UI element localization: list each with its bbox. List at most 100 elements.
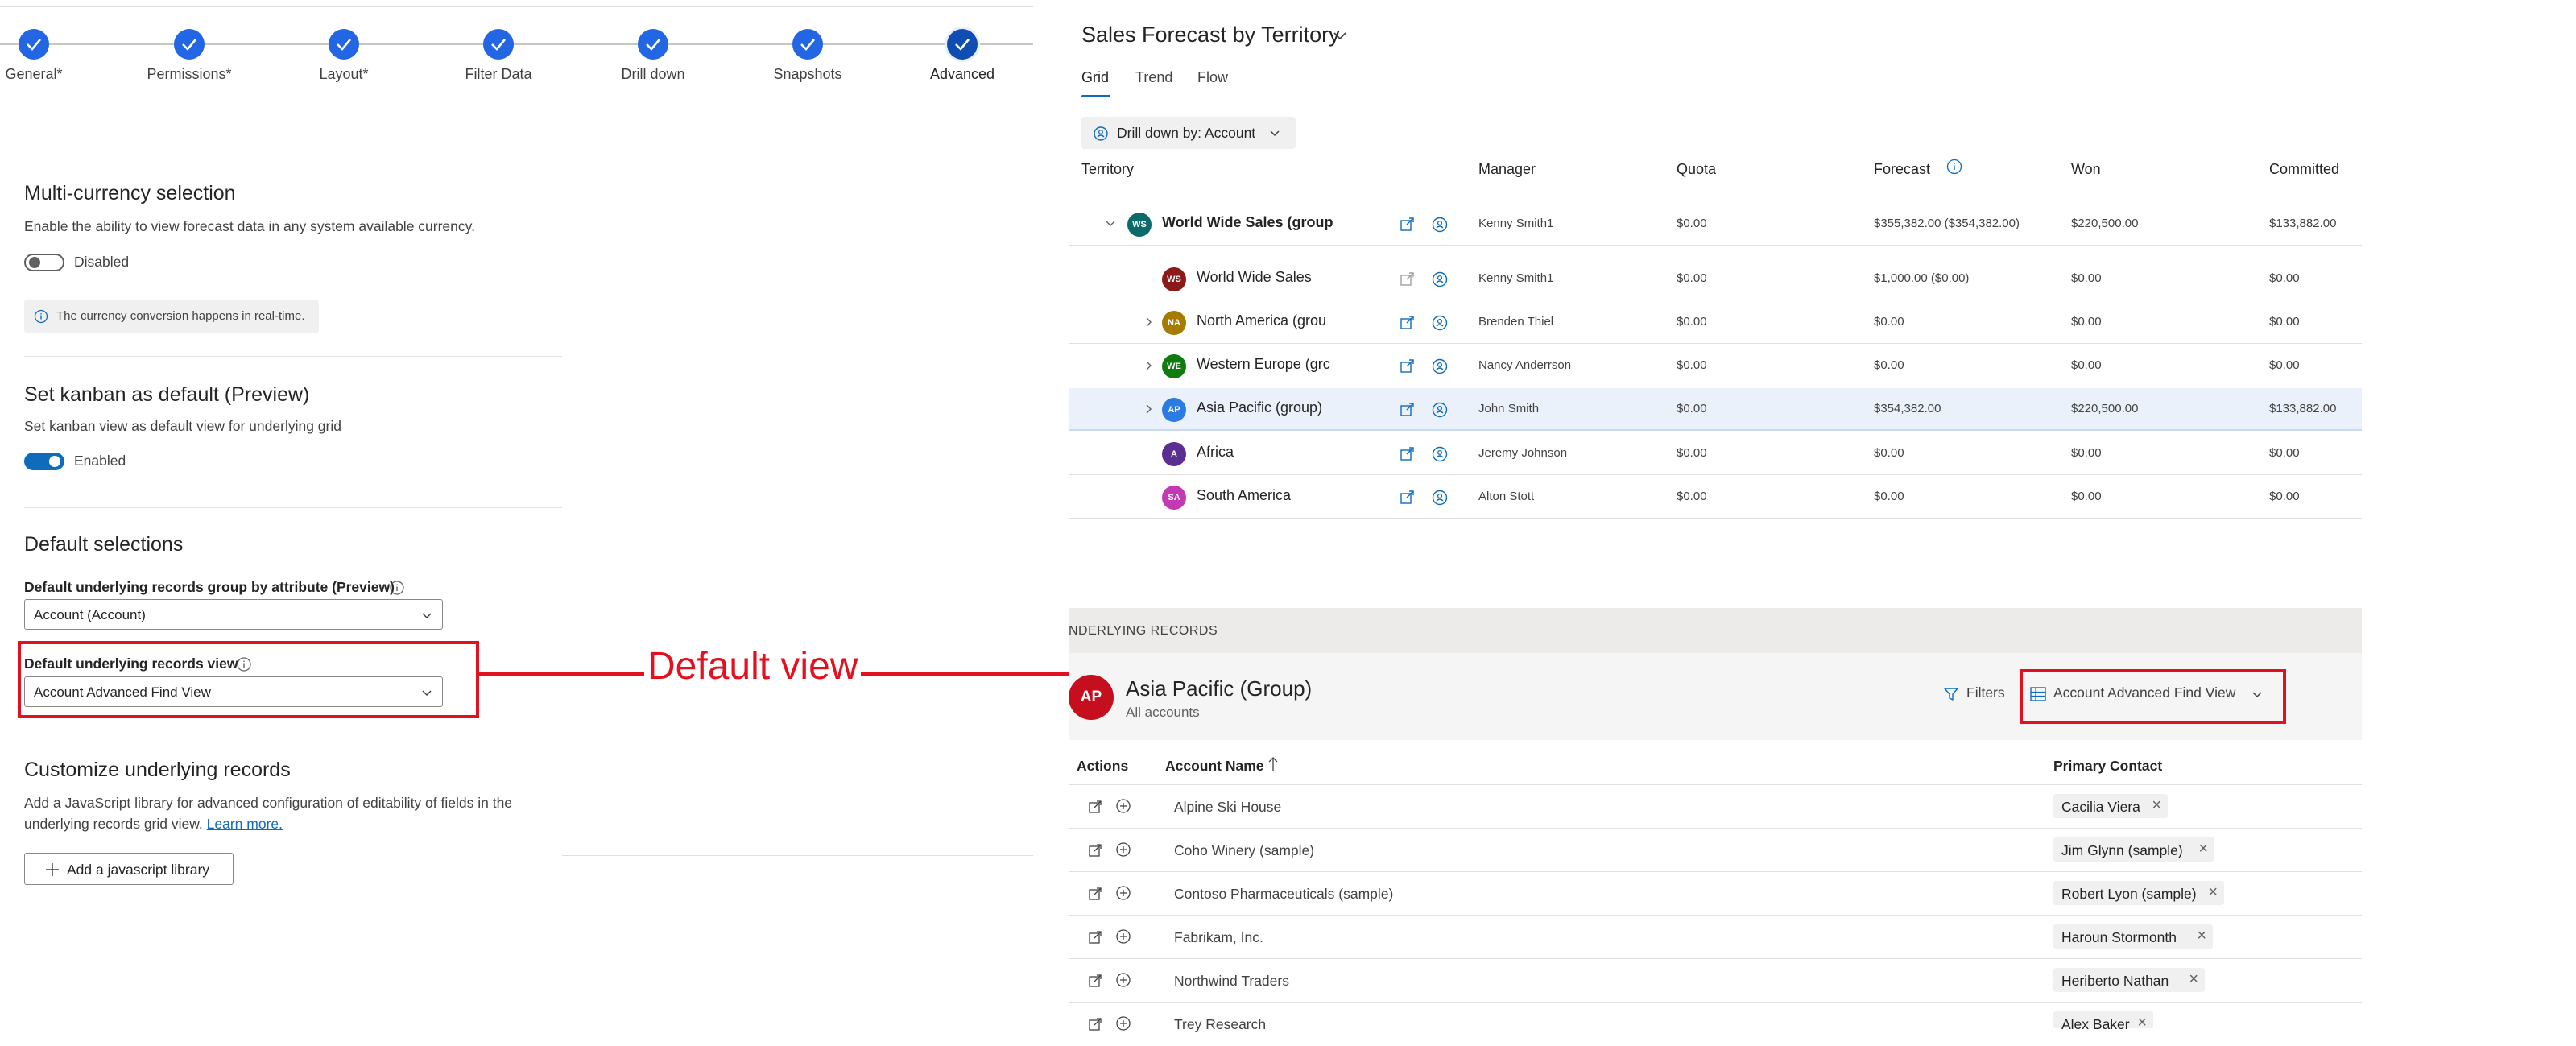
open-record-icon[interactable] bbox=[1088, 887, 1102, 901]
share-icon[interactable] bbox=[1399, 445, 1416, 463]
chevron-right-icon[interactable] bbox=[1143, 403, 1156, 416]
add-circle-icon[interactable] bbox=[1115, 928, 1131, 945]
remove-icon[interactable]: × bbox=[2208, 883, 2218, 902]
add-circle-icon[interactable] bbox=[1115, 972, 1131, 988]
add-circle-icon[interactable] bbox=[1115, 798, 1131, 814]
contact-chip[interactable]: Haroun Stormonth × bbox=[2053, 924, 2213, 949]
contact-chip[interactable]: Robert Lyon (sample) × bbox=[2053, 881, 2224, 905]
contact-chip[interactable]: Alex Baker × bbox=[2053, 1011, 2153, 1032]
won: $0.00 bbox=[2071, 358, 2102, 372]
column-account-name[interactable]: Account Name bbox=[1165, 758, 1264, 775]
share-icon[interactable] bbox=[1399, 314, 1416, 332]
sort-ascending-icon[interactable] bbox=[1267, 755, 1279, 773]
learn-more-link[interactable]: Learn more. bbox=[207, 816, 283, 832]
group-by-dropdown[interactable]: Account (Account) bbox=[24, 599, 443, 630]
contact-name: Heriberto Nathan bbox=[2061, 973, 2169, 989]
tab-flow[interactable]: Flow bbox=[1197, 69, 1228, 86]
hierarchy-icon[interactable] bbox=[1431, 401, 1449, 419]
forecast-row-africa[interactable]: A Africa Jeremy Johnson $0.00 $0.00 $0.0… bbox=[1069, 432, 2362, 475]
chevron-right-icon[interactable] bbox=[1143, 359, 1156, 372]
column-territory[interactable]: Territory bbox=[1081, 161, 1134, 178]
step-snapshots[interactable]: Snapshots bbox=[743, 29, 872, 83]
kanban-toggle[interactable] bbox=[24, 453, 64, 470]
chevron-down-icon[interactable] bbox=[1330, 26, 1350, 45]
account-name[interactable]: Fabrikam, Inc. bbox=[1174, 929, 1263, 946]
open-record-icon[interactable] bbox=[1088, 1017, 1102, 1032]
share-icon[interactable] bbox=[1399, 358, 1416, 375]
remove-icon[interactable]: × bbox=[2189, 970, 2198, 989]
tab-trend[interactable]: Trend bbox=[1135, 69, 1172, 86]
remove-icon[interactable]: × bbox=[2198, 840, 2208, 858]
won: $220,500.00 bbox=[2071, 402, 2139, 416]
share-icon[interactable] bbox=[1399, 271, 1416, 288]
step-drill-down[interactable]: Drill down bbox=[589, 29, 717, 83]
chevron-right-icon[interactable] bbox=[1143, 316, 1156, 329]
forecast-row-world-wide-sales-group[interactable]: WS World Wide Sales (group Kenny Smith1 … bbox=[1069, 203, 2362, 246]
group-by-label: Default underlying records group by attr… bbox=[24, 579, 395, 595]
hierarchy-icon[interactable] bbox=[1431, 358, 1449, 375]
forecast-row-asia-pacific[interactable]: AP Asia Pacific (group) John Smith $0.00… bbox=[1069, 388, 2362, 431]
step-filter-data[interactable]: Filter Data bbox=[434, 29, 563, 83]
step-layout[interactable]: Layout* bbox=[279, 29, 408, 83]
share-icon[interactable] bbox=[1399, 216, 1416, 234]
drill-down-button[interactable]: Drill down by: Account bbox=[1081, 117, 1296, 149]
record-row[interactable]: Alpine Ski House bbox=[1069, 785, 2362, 829]
add-circle-icon[interactable] bbox=[1115, 885, 1131, 901]
column-committed[interactable]: Committed bbox=[2269, 161, 2339, 178]
customize-description-line1: Add a JavaScript library for advanced co… bbox=[24, 795, 513, 811]
hierarchy-icon[interactable] bbox=[1431, 314, 1449, 332]
chevron-down-icon[interactable] bbox=[1104, 217, 1117, 230]
remove-icon[interactable]: × bbox=[2137, 1014, 2147, 1032]
forecast-title[interactable]: Sales Forecast by Territory bbox=[1081, 23, 1340, 48]
column-quota[interactable]: Quota bbox=[1677, 161, 1716, 178]
open-record-icon[interactable] bbox=[1088, 974, 1102, 988]
share-icon[interactable] bbox=[1399, 401, 1416, 419]
forecast-row-south-america[interactable]: SA South America Alton Stott $0.00 $0.00… bbox=[1069, 476, 2362, 519]
hierarchy-icon[interactable] bbox=[1431, 489, 1449, 506]
hierarchy-icon[interactable] bbox=[1431, 445, 1449, 463]
contact-chip[interactable]: Jim Glynn (sample) × bbox=[2053, 837, 2214, 862]
share-icon[interactable] bbox=[1399, 489, 1416, 506]
forecast-row-north-america[interactable]: NA North America (grou Brenden Thiel $0.… bbox=[1069, 301, 2362, 344]
multi-currency-toggle[interactable] bbox=[24, 254, 64, 271]
filter-icon[interactable] bbox=[1942, 685, 1960, 703]
column-forecast[interactable]: Forecast bbox=[1874, 161, 1930, 178]
multi-currency-title: Multi-currency selection bbox=[24, 182, 236, 205]
remove-icon[interactable]: × bbox=[2197, 927, 2206, 945]
info-icon[interactable] bbox=[389, 580, 405, 596]
column-won[interactable]: Won bbox=[2071, 161, 2101, 178]
column-manager[interactable]: Manager bbox=[1478, 161, 1536, 178]
remove-icon[interactable]: × bbox=[2152, 796, 2161, 815]
step-general[interactable]: General* bbox=[0, 29, 98, 83]
account-name[interactable]: Trey Research bbox=[1174, 1016, 1266, 1033]
manager: Jeremy Johnson bbox=[1478, 446, 1568, 460]
forecast: $354,382.00 bbox=[1874, 402, 1941, 416]
info-icon[interactable] bbox=[1945, 158, 1963, 176]
open-record-icon[interactable] bbox=[1088, 800, 1102, 814]
forecast: $0.00 bbox=[1874, 358, 1904, 372]
step-label: Drill down bbox=[621, 66, 685, 82]
filters-button[interactable]: Filters bbox=[1966, 684, 2005, 701]
account-name[interactable]: Alpine Ski House bbox=[1174, 799, 1281, 816]
drill-down-label: Drill down by: Account bbox=[1117, 125, 1256, 141]
contact-chip[interactable]: Heriberto Nathan × bbox=[2053, 968, 2205, 992]
hierarchy-icon[interactable] bbox=[1431, 271, 1449, 288]
step-permissions[interactable]: Permissions* bbox=[125, 29, 254, 83]
hierarchy-icon[interactable] bbox=[1431, 216, 1449, 234]
open-record-icon[interactable] bbox=[1088, 843, 1102, 858]
forecast-row-western-europe[interactable]: WE Western Europe (grc Nancy Anderrson $… bbox=[1069, 345, 2362, 387]
account-name[interactable]: Northwind Traders bbox=[1174, 973, 1289, 990]
forecast-row-world-wide-sales[interactable]: WS World Wide Sales Kenny Smith1 $0.00 $… bbox=[1069, 258, 2362, 300]
add-circle-icon[interactable] bbox=[1115, 1015, 1131, 1032]
add-circle-icon[interactable] bbox=[1115, 841, 1131, 858]
contact-chip[interactable]: Cacilia Viera × bbox=[2053, 794, 2168, 818]
account-name[interactable]: Contoso Pharmaceuticals (sample) bbox=[1174, 886, 1393, 903]
tab-grid[interactable]: Grid bbox=[1081, 69, 1109, 86]
account-name[interactable]: Coho Winery (sample) bbox=[1174, 842, 1314, 859]
add-javascript-library-button[interactable]: Add a javascript library bbox=[24, 853, 234, 885]
quota: $0.00 bbox=[1677, 315, 1707, 329]
record-row[interactable]: Trey Research bbox=[1069, 1003, 2362, 1046]
step-advanced[interactable]: Advanced bbox=[898, 29, 1027, 83]
column-primary-contact[interactable]: Primary Contact bbox=[2053, 758, 2162, 775]
open-record-icon[interactable] bbox=[1088, 930, 1102, 945]
